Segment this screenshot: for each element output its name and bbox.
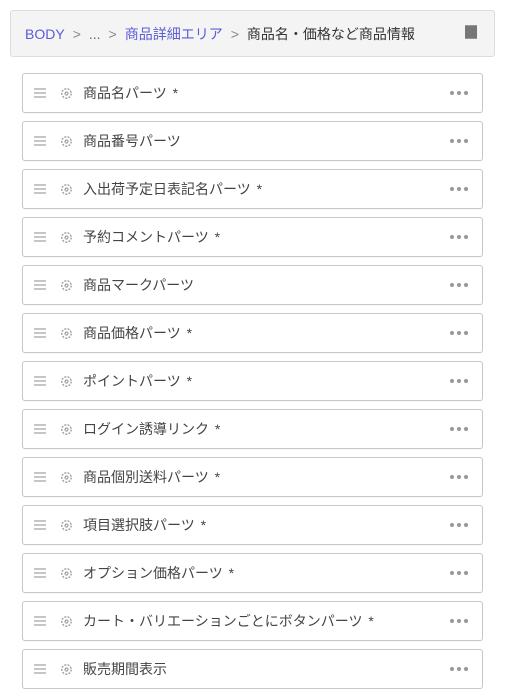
part-label: 予約コメントパーツ * (83, 227, 446, 247)
more-dots-icon[interactable] (446, 279, 472, 291)
required-asterisk: * (197, 517, 206, 533)
part-label: カート・バリエーションごとにボタンパーツ * (83, 611, 446, 631)
drag-handle-icon[interactable] (31, 278, 49, 292)
more-dots-icon[interactable] (446, 87, 472, 99)
required-asterisk: * (183, 373, 192, 389)
more-dots-icon[interactable] (446, 567, 472, 579)
part-label: 入出荷予定日表記名パーツ * (83, 179, 446, 199)
drag-handle-icon[interactable] (31, 86, 49, 100)
part-label: 商品番号パーツ (83, 131, 446, 151)
part-item[interactable]: 商品番号パーツ (22, 121, 483, 161)
more-dots-icon[interactable] (446, 183, 472, 195)
more-dots-icon[interactable] (446, 231, 472, 243)
gear-icon[interactable] (55, 518, 77, 533)
drag-handle-icon[interactable] (31, 566, 49, 580)
drag-handle-icon[interactable] (31, 374, 49, 388)
part-label: ポイントパーツ * (83, 371, 446, 391)
breadcrumb: BODY > ... > 商品詳細エリア > 商品名・価格など商品情報 (10, 10, 495, 57)
part-label: 商品名パーツ * (83, 83, 446, 103)
part-label: 項目選択肢パーツ * (83, 515, 446, 535)
part-label: 販売期間表示 (83, 659, 446, 679)
breadcrumb-ellipsis[interactable]: ... (89, 26, 101, 42)
more-dots-icon[interactable] (446, 327, 472, 339)
breadcrumb-sep: > (73, 26, 81, 42)
required-asterisk: * (183, 325, 192, 341)
gear-icon[interactable] (55, 662, 77, 677)
part-label: 商品マークパーツ (83, 275, 446, 295)
part-item[interactable]: 商品マークパーツ (22, 265, 483, 305)
drag-handle-icon[interactable] (31, 662, 49, 676)
more-dots-icon[interactable] (446, 135, 472, 147)
required-asterisk: * (364, 613, 373, 629)
drag-handle-icon[interactable] (31, 614, 49, 628)
gear-icon[interactable] (55, 230, 77, 245)
gear-icon[interactable] (55, 86, 77, 101)
part-label: オプション価格パーツ * (83, 563, 446, 583)
part-item[interactable]: 入出荷予定日表記名パーツ * (22, 169, 483, 209)
part-item[interactable]: カート・バリエーションごとにボタンパーツ * (22, 601, 483, 641)
gear-icon[interactable] (55, 182, 77, 197)
gear-icon[interactable] (55, 374, 77, 389)
part-item[interactable]: 販売期間表示 (22, 649, 483, 689)
breadcrumb-mid[interactable]: 商品詳細エリア (125, 24, 223, 44)
gear-icon[interactable] (55, 278, 77, 293)
required-asterisk: * (225, 565, 234, 581)
gear-icon[interactable] (55, 566, 77, 581)
part-label: 商品個別送料パーツ * (83, 467, 446, 487)
drag-handle-icon[interactable] (31, 182, 49, 196)
breadcrumb-root[interactable]: BODY (25, 26, 65, 42)
gear-icon[interactable] (55, 326, 77, 341)
required-asterisk: * (211, 421, 220, 437)
breadcrumb-current: 商品名・価格など商品情報 (247, 24, 415, 44)
gear-icon[interactable] (55, 614, 77, 629)
more-dots-icon[interactable] (446, 423, 472, 435)
part-label: ログイン誘導リンク * (83, 419, 446, 439)
gear-icon[interactable] (55, 134, 77, 149)
part-item[interactable]: ポイントパーツ * (22, 361, 483, 401)
drag-handle-icon[interactable] (31, 230, 49, 244)
drag-handle-icon[interactable] (31, 518, 49, 532)
drag-handle-icon[interactable] (31, 326, 49, 340)
more-dots-icon[interactable] (446, 615, 472, 627)
part-item[interactable]: オプション価格パーツ * (22, 553, 483, 593)
required-asterisk: * (211, 469, 220, 485)
required-asterisk: * (169, 85, 178, 101)
breadcrumb-sep: > (109, 26, 117, 42)
required-asterisk: * (253, 181, 262, 197)
part-item[interactable]: 商品価格パーツ * (22, 313, 483, 353)
breadcrumb-sep: > (231, 26, 239, 42)
required-asterisk: * (211, 229, 220, 245)
drag-handle-icon[interactable] (31, 470, 49, 484)
more-dots-icon[interactable] (446, 471, 472, 483)
part-item[interactable]: 項目選択肢パーツ * (22, 505, 483, 545)
more-dots-icon[interactable] (446, 663, 472, 675)
parts-list: 商品名パーツ * 商品番号パーツ入出荷予定日表記名パーツ * 予約コメントパーツ *… (0, 67, 505, 689)
part-label: 商品価格パーツ * (83, 323, 446, 343)
gear-icon[interactable] (55, 422, 77, 437)
part-item[interactable]: ログイン誘導リンク * (22, 409, 483, 449)
more-dots-icon[interactable] (446, 375, 472, 387)
part-item[interactable]: 予約コメントパーツ * (22, 217, 483, 257)
drag-handle-icon[interactable] (31, 134, 49, 148)
document-icon[interactable] (462, 23, 480, 44)
more-dots-icon[interactable] (446, 519, 472, 531)
drag-handle-icon[interactable] (31, 422, 49, 436)
part-item[interactable]: 商品個別送料パーツ * (22, 457, 483, 497)
part-item[interactable]: 商品名パーツ * (22, 73, 483, 113)
gear-icon[interactable] (55, 470, 77, 485)
